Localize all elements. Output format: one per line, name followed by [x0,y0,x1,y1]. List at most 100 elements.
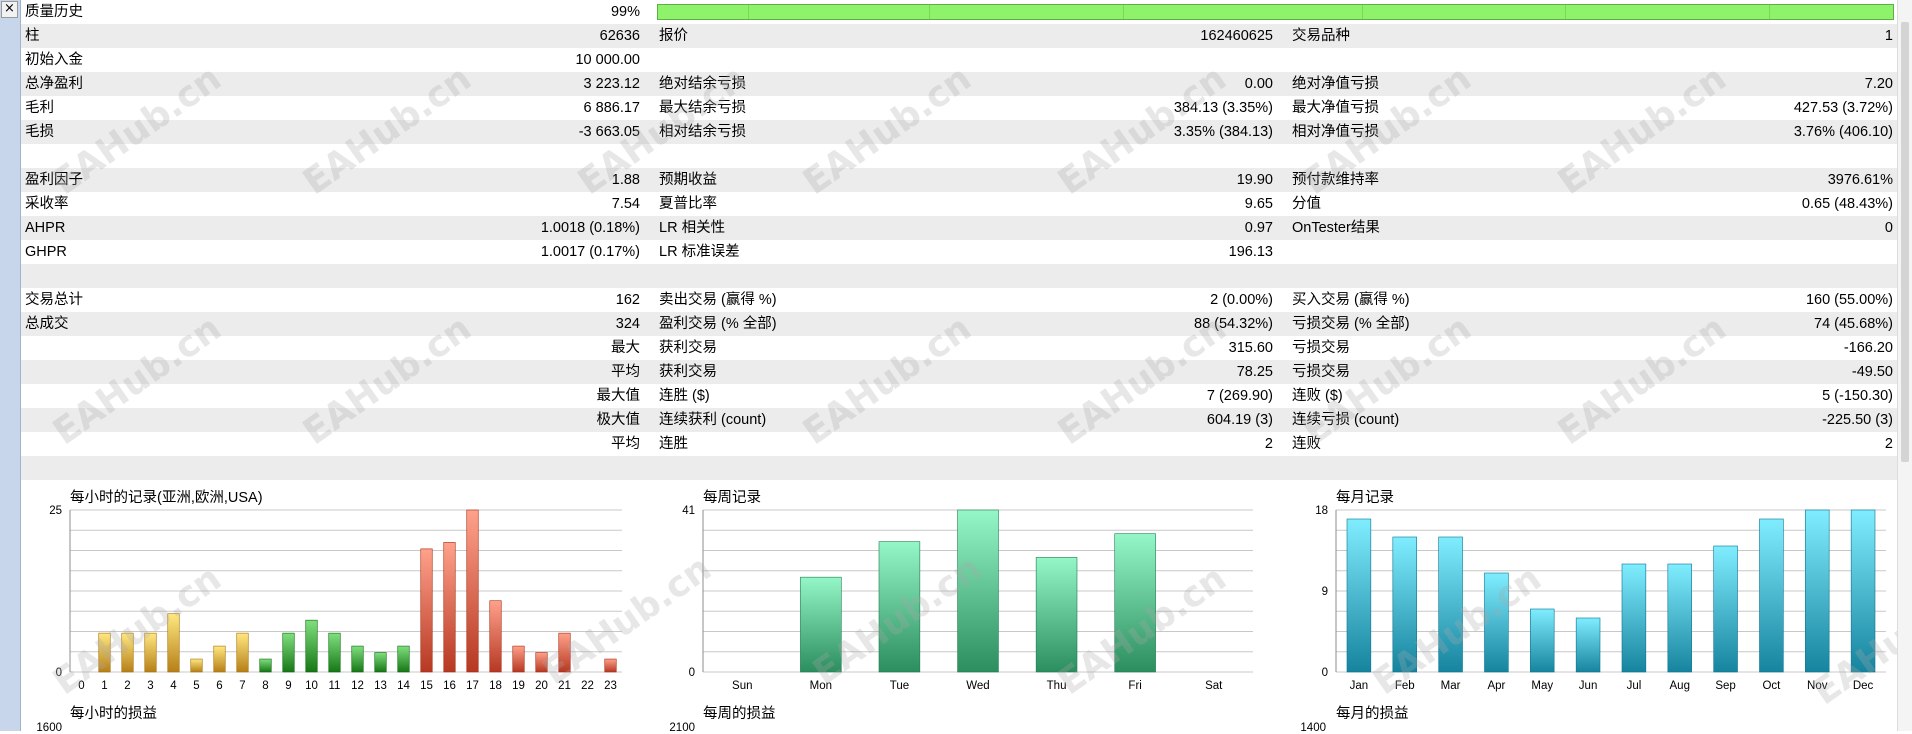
metric-value: 平均 [611,364,640,380]
metric-value: 427.53 (3.72%) [1793,100,1893,116]
metric-value: 0.00 [1244,76,1273,92]
x-tick-label: May [1531,680,1553,692]
metric-value: -3 663.05 [578,124,640,140]
bar [1713,545,1738,673]
monthly-records-chart: 每月记录 Jan Feb Mar Apr May Jun Jul Aug Sep Oct Nov De… [1290,486,1890,696]
hourly-pnl-ytick: 1600 [36,722,62,734]
bar [1575,617,1601,673]
metric-label: 相对结余亏损 [659,124,746,140]
bar [558,632,571,673]
quality-segment [928,5,930,19]
bar [167,613,180,673]
bar [351,645,364,673]
metric-value: 1.88 [611,172,640,188]
hourly-records-chart: 每小时的记录(亚洲,欧洲,USA) 0 1 2 3 4 5 6 7 8 9 10 11 12 13 14 15… [21,486,622,696]
metric-label: 连续亏损 (count) [1292,412,1400,428]
bar [1759,518,1784,673]
metric-value: 10 000.00 [575,52,640,68]
close-icon[interactable]: × [1,1,18,18]
bar [259,658,272,673]
x-tick-label: 20 [535,680,548,692]
metric-label: 交易总计 [25,292,83,308]
x-tick-label: 13 [374,680,387,692]
metric-value: 19.90 [1236,172,1273,188]
backtest-report-table: 质量历史 99% 柱 62636 报价 162460625 交易品种 1 初始入金 10 000.… [21,0,1897,480]
bar [604,658,617,673]
report-row [21,264,1897,288]
x-tick-label: Wed [966,680,989,692]
weekly-pnl-ytick: 2100 [669,722,695,734]
quality-segment [1565,5,1567,19]
metric-label: 亏损交易 [1292,340,1350,356]
vertical-scrollbar[interactable] [1897,0,1912,731]
bar [98,632,111,673]
weekly-records-chart: 每周记录 Sun Mon Tue Wed Thu Fri Sat 41 0 [656,486,1256,696]
metric-label: 相对净值亏损 [1292,124,1379,140]
hourly-pnl-title: 每小时的损益 [70,706,157,722]
report-row: 平均 获利交易 78.25 亏损交易 -49.50 [21,360,1897,384]
metric-value: 5 (-150.30) [1822,388,1893,404]
x-tick-label: 22 [581,680,594,692]
bar [466,509,479,673]
bar [1805,509,1830,673]
weekly-pnl-title: 每周的损益 [703,706,776,722]
metric-value: 7.20 [1864,76,1893,92]
metric-value: 384.13 (3.35%) [1173,100,1273,116]
scrollbar-thumb[interactable] [1901,22,1909,462]
x-tick-label: 17 [466,680,479,692]
report-row [21,144,1897,168]
bar [374,652,387,673]
metric-label: 夏普比率 [659,196,717,212]
bar [1035,557,1078,673]
x-tick-label: Feb [1395,680,1415,692]
x-tick-label: Jun [1579,680,1598,692]
quality-segment [1768,5,1770,19]
metric-label: LR 相关性 [659,220,726,236]
x-tick-label: Mar [1441,680,1461,692]
metric-label: 连续获利 (count) [659,412,767,428]
metric-value: 99% [610,4,640,20]
metric-label: GHPR [25,244,67,260]
bar [236,632,249,673]
x-tick-label: Fri [1128,680,1141,692]
metric-value: 极大值 [596,412,641,428]
report-row: 柱 62636 报价 162460625 交易品种 1 [21,24,1897,48]
bar [190,658,203,673]
report-row: 交易总计 162 卖出交易 (赢得 %) 2 (0.00%) 买入交易 (赢得 %) 16… [21,288,1897,312]
quality-segment [1123,5,1124,19]
metric-value: 6 886.17 [583,100,640,116]
quality-segment [748,5,750,19]
metric-label: 毛利 [25,100,54,116]
metric-value: 604.19 (3) [1206,412,1273,428]
x-tick-label: Tue [890,680,909,692]
bar [512,645,525,673]
metric-value: -166.20 [1843,340,1893,356]
metric-label: 连胜 [659,436,688,452]
quality-history-bar [657,4,1894,20]
monthly-pnl-ytick: 1400 [1300,722,1326,734]
metric-value: 7.54 [611,196,640,212]
chart-plot: 0 1 2 3 4 5 6 7 8 9 10 11 12 13 14 15 16 17 18 19 20 21 22 2325… [49,505,622,692]
bar [1667,563,1692,673]
metric-label: 买入交易 (赢得 %) [1292,292,1410,308]
bar [443,542,456,673]
x-tick-label: Mon [810,680,832,692]
metric-value: -225.50 (3) [1822,412,1893,428]
report-row: 毛利 6 886.17 最大结余亏损 384.13 (3.35%) 最大净值亏损 427.… [21,96,1897,120]
metric-label: 分值 [1292,196,1321,212]
report-row: 采收率 7.54 夏普比率 9.65 分值 0.65 (48.43%) [21,192,1897,216]
metric-label: 预期收益 [659,172,717,188]
x-tick-label: Dec [1853,680,1874,692]
report-row [21,456,1897,480]
bar [144,632,157,673]
bar [305,619,318,673]
x-tick-label: 9 [285,680,291,692]
bar [1438,536,1463,673]
x-tick-label: Aug [1670,680,1690,692]
y-tick-label: 18 [1315,505,1328,517]
metric-value: 0.97 [1244,220,1273,236]
bar [878,541,921,673]
report-row: 最大 获利交易 315.60 亏损交易 -166.20 [21,336,1897,360]
x-tick-label: Sat [1205,680,1223,692]
metric-value: 315.60 [1228,340,1273,356]
